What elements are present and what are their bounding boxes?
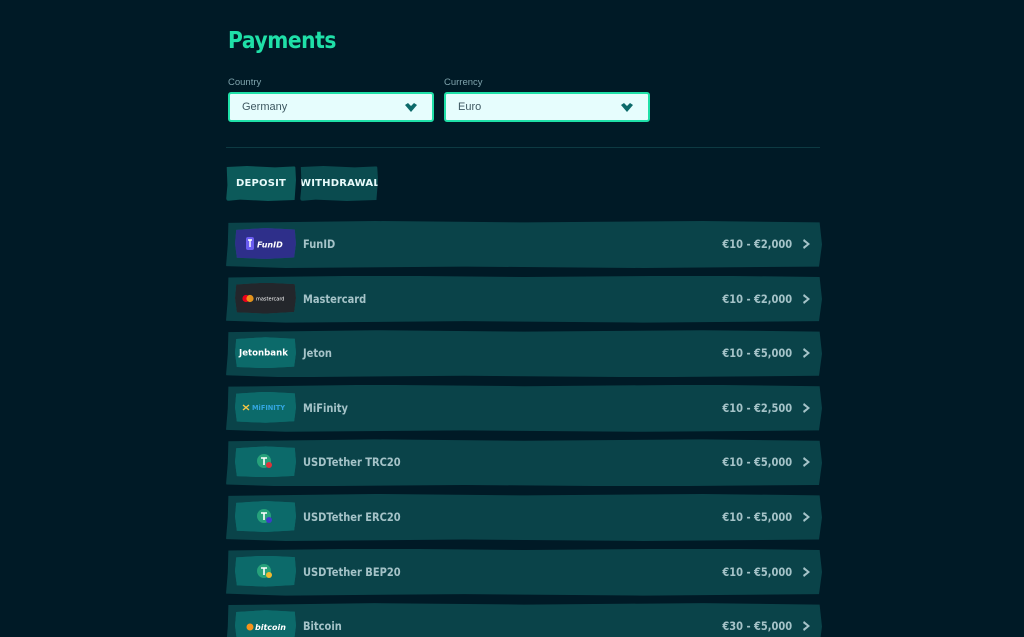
jetonbank-logo-box: Jetonbank: [235, 337, 296, 369]
payment-methods-list: FunID FunID €10 - €2,000 mastercard Mast…: [226, 221, 822, 637]
currency-select-value: Euro: [458, 101, 482, 113]
tether-erc20-logo-box: [235, 500, 296, 532]
method-limit: €10 - €2,000: [722, 237, 792, 251]
payment-method-row[interactable]: USDTether ERC20 €10 - €5,000: [226, 493, 822, 541]
bitcoin-logo-box: bitcoin: [235, 610, 296, 637]
mifinity-logo-text: MiFINITY: [252, 404, 285, 412]
method-name: USDTether ERC20: [303, 509, 401, 524]
payment-method-row[interactable]: bitcoin Bitcoin €30 - €5,000: [226, 603, 822, 637]
chevron-down-icon: [621, 103, 633, 112]
method-name: USDTether TRC20: [303, 455, 401, 470]
mastercard-logo-text: mastercard: [256, 296, 284, 302]
page-title: Payments: [228, 28, 336, 54]
chevron-right-icon: [803, 457, 810, 468]
method-limit: €10 - €2,000: [722, 291, 792, 306]
tab-withdrawal[interactable]: WITHDRAWAL: [300, 166, 378, 201]
payments-content: Payments Country Germany Currency Euro D…: [226, 24, 822, 637]
method-name: FunID: [303, 237, 336, 251]
mifinity-logo-box: MiFINITY: [235, 391, 296, 423]
section-divider: [226, 147, 820, 148]
chevron-down-icon: [405, 103, 417, 112]
method-name: Mastercard: [303, 291, 367, 306]
payment-method-row[interactable]: mastercard Mastercard €10 - €2,000: [226, 275, 822, 323]
payments-page: Payments Country Germany Currency Euro D…: [0, 0, 1024, 637]
tether-erc20-logo: [235, 500, 296, 532]
chevron-right-icon: [803, 402, 810, 413]
payment-method-row[interactable]: Jetonbank Jeton €10 - €5,000: [226, 330, 822, 378]
currency-select[interactable]: Euro: [444, 92, 650, 122]
tether-bep20-logo: [235, 555, 296, 587]
tether-trc20-logo-box: [235, 446, 296, 478]
method-limit: €10 - €5,000: [722, 564, 792, 579]
country-select[interactable]: Germany: [228, 92, 434, 122]
chevron-right-icon: [803, 566, 810, 577]
mifinity-logo: MiFINITY: [235, 391, 296, 423]
method-name: Jeton: [303, 346, 332, 361]
country-filter: Country Germany: [228, 76, 434, 122]
mastercard-logo: mastercard: [235, 282, 296, 314]
payment-method-row[interactable]: USDTether BEP20 €10 - €5,000: [226, 548, 822, 596]
chevron-right-icon: [803, 239, 810, 249]
country-label: Country: [228, 77, 262, 88]
mastercard-logo-box: mastercard: [235, 282, 296, 314]
tether-bep20-logo-box: [235, 555, 296, 587]
chevron-right-icon: [803, 621, 810, 632]
payment-method-row[interactable]: USDTether TRC20 €10 - €5,000: [226, 439, 822, 487]
tether-trc20-logo: [235, 446, 296, 478]
jetonbank-logo-text: Jetonbank: [238, 349, 288, 359]
tab-deposit[interactable]: DEPOSIT: [226, 166, 296, 201]
country-select-value: Germany: [242, 101, 288, 113]
method-limit: €10 - €5,000: [722, 509, 792, 524]
currency-label: Currency: [444, 77, 483, 88]
chevron-right-icon: [803, 348, 810, 359]
currency-filter: Currency Euro: [444, 76, 650, 122]
funid-logo: FunID: [235, 228, 296, 259]
method-limit: €10 - €5,000: [722, 455, 792, 470]
payment-method-row[interactable]: MiFINITY MiFinity €10 - €2,500: [226, 384, 822, 432]
method-name: Bitcoin: [303, 619, 342, 634]
method-limit: €30 - €5,000: [722, 619, 792, 634]
bitcoin-logo-text: bitcoin: [255, 623, 286, 632]
chevron-right-icon: [803, 511, 810, 522]
bitcoin-logo: bitcoin: [235, 610, 296, 637]
method-name: USDTether BEP20: [303, 564, 401, 579]
chevron-right-icon: [803, 293, 810, 304]
method-limit: €10 - €5,000: [722, 346, 792, 361]
funid-logo-box: FunID: [235, 228, 296, 259]
funid-logo-text: FunID: [257, 241, 283, 250]
method-limit: €10 - €2,500: [722, 400, 792, 415]
filters: Country Germany Currency Euro: [226, 76, 822, 132]
payment-method-row[interactable]: FunID FunID €10 - €2,000: [226, 221, 822, 268]
method-name: MiFinity: [303, 400, 348, 415]
jetonbank-logo: Jetonbank: [235, 337, 296, 369]
